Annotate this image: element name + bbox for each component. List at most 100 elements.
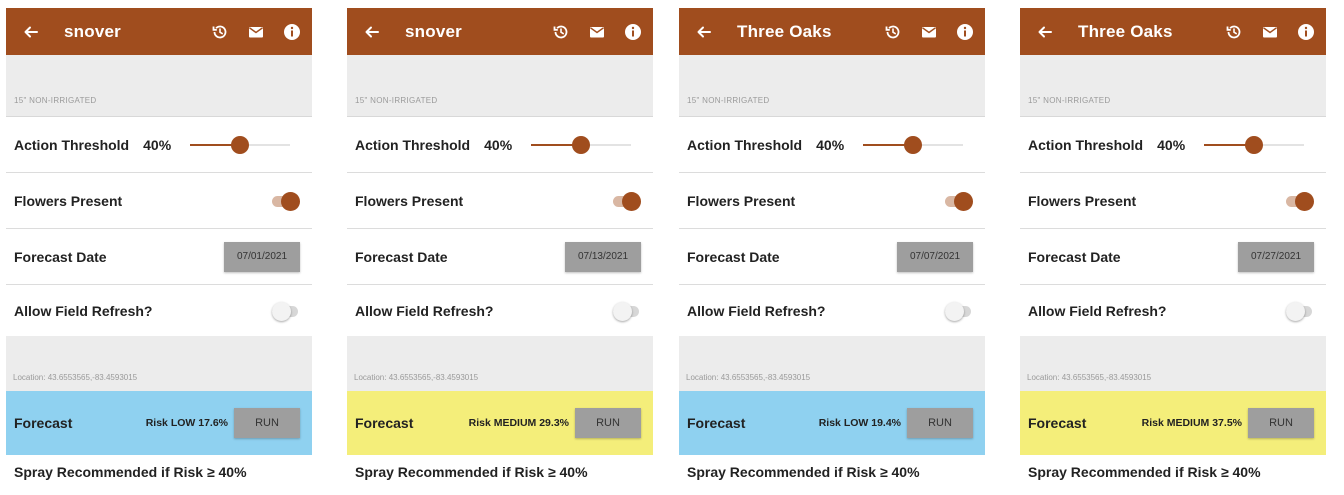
allow-field-refresh-toggle[interactable] bbox=[943, 299, 973, 323]
forecast-label: Forecast bbox=[1028, 415, 1087, 431]
app-bar-actions bbox=[883, 8, 975, 55]
history-icon[interactable] bbox=[210, 22, 230, 42]
allow-field-refresh-toggle[interactable] bbox=[611, 299, 641, 323]
run-button[interactable]: RUN bbox=[575, 408, 641, 438]
flowers-present-toggle[interactable] bbox=[943, 189, 973, 213]
forecast-label: Forecast bbox=[687, 415, 746, 431]
flowers-present-row: Flowers Present bbox=[6, 173, 312, 229]
action-threshold-slider[interactable] bbox=[531, 136, 631, 154]
flowers-present-toggle[interactable] bbox=[270, 189, 300, 213]
info-icon[interactable] bbox=[1296, 22, 1316, 42]
back-arrow-icon[interactable] bbox=[693, 21, 715, 43]
forecast-date-label: Forecast Date bbox=[1028, 248, 1121, 265]
slider-thumb[interactable] bbox=[231, 136, 249, 154]
action-threshold-label: Action Threshold bbox=[1028, 136, 1144, 153]
toggle-knob bbox=[1286, 301, 1305, 321]
spray-recommendation: Spray Recommended if Risk ≥ 40% bbox=[14, 464, 247, 480]
forecast-panel: Forecast Risk MEDIUM 37.5% RUN bbox=[1020, 391, 1326, 455]
spray-recommendation: Spray Recommended if Risk ≥ 40% bbox=[1028, 464, 1261, 480]
slider-thumb[interactable] bbox=[1245, 136, 1263, 154]
app-screen: Three Oaks 15" NON-IRRIGATED Action Thre… bbox=[1020, 8, 1326, 495]
page-title: snover bbox=[64, 21, 121, 41]
risk-value: Risk MEDIUM 29.3% bbox=[468, 417, 569, 429]
forecast-date-label: Forecast Date bbox=[687, 248, 780, 265]
action-threshold-slider[interactable] bbox=[190, 136, 290, 154]
action-threshold-value: 40% bbox=[143, 136, 172, 153]
action-threshold-label: Action Threshold bbox=[687, 136, 803, 153]
toggle-knob bbox=[272, 301, 291, 321]
forecast-date-button[interactable]: 07/01/2021 bbox=[224, 241, 300, 272]
history-icon[interactable] bbox=[1224, 22, 1244, 42]
back-arrow-icon[interactable] bbox=[20, 21, 42, 43]
back-arrow-icon[interactable] bbox=[1034, 21, 1056, 43]
location-text: Location: 43.6553565,-83.4593015 bbox=[354, 373, 479, 382]
field-subheader: 15" NON-IRRIGATED bbox=[1020, 55, 1326, 117]
app-bar: Three Oaks bbox=[679, 8, 985, 55]
page-title: snover bbox=[405, 21, 462, 41]
field-type-label: 15" NON-IRRIGATED bbox=[14, 96, 97, 105]
toggle-knob bbox=[613, 301, 632, 321]
info-icon[interactable] bbox=[623, 22, 643, 42]
run-button[interactable]: RUN bbox=[234, 408, 300, 438]
app-screen: snover 15" NON-IRRIGATED Action Threshol… bbox=[347, 8, 653, 495]
allow-field-refresh-toggle[interactable] bbox=[270, 299, 300, 323]
slider-thumb[interactable] bbox=[904, 136, 922, 154]
forecast-date-button[interactable]: 07/27/2021 bbox=[1238, 241, 1314, 272]
info-icon[interactable] bbox=[282, 22, 302, 42]
action-threshold-row: Action Threshold 40% bbox=[6, 117, 312, 173]
run-button[interactable]: RUN bbox=[907, 408, 973, 438]
field-type-label: 15" NON-IRRIGATED bbox=[1028, 96, 1111, 105]
history-icon[interactable] bbox=[551, 22, 571, 42]
mail-icon[interactable] bbox=[246, 22, 266, 42]
forecast-date-button[interactable]: 07/13/2021 bbox=[565, 241, 641, 272]
location-bar: Location: 43.6553565,-83.4593015 bbox=[347, 336, 653, 391]
field-type-label: 15" NON-IRRIGATED bbox=[355, 96, 438, 105]
flowers-present-label: Flowers Present bbox=[14, 192, 123, 209]
action-threshold-value: 40% bbox=[1157, 136, 1186, 153]
flowers-present-row: Flowers Present bbox=[1020, 173, 1326, 229]
flowers-present-toggle[interactable] bbox=[611, 189, 641, 213]
page-title: Three Oaks bbox=[737, 21, 832, 41]
app-bar: snover bbox=[6, 8, 312, 55]
location-bar: Location: 43.6553565,-83.4593015 bbox=[6, 336, 312, 391]
flowers-present-label: Flowers Present bbox=[355, 192, 464, 209]
action-threshold-slider[interactable] bbox=[863, 136, 963, 154]
slider-thumb[interactable] bbox=[572, 136, 590, 154]
mail-icon[interactable] bbox=[919, 22, 939, 42]
allow-field-refresh-label: Allow Field Refresh? bbox=[355, 302, 494, 319]
app-bar: Three Oaks bbox=[1020, 8, 1326, 55]
forecast-date-button[interactable]: 07/07/2021 bbox=[897, 241, 973, 272]
allow-field-refresh-toggle[interactable] bbox=[1284, 299, 1314, 323]
flowers-present-row: Flowers Present bbox=[347, 173, 653, 229]
spray-recommendation: Spray Recommended if Risk ≥ 40% bbox=[687, 464, 920, 480]
action-threshold-slider[interactable] bbox=[1204, 136, 1304, 154]
app-screen: Three Oaks 15" NON-IRRIGATED Action Thre… bbox=[679, 8, 985, 495]
app-bar-actions bbox=[551, 8, 643, 55]
mail-icon[interactable] bbox=[1260, 22, 1280, 42]
forecast-date-label: Forecast Date bbox=[355, 248, 448, 265]
forecast-date-row: Forecast Date 07/27/2021 bbox=[1020, 229, 1326, 285]
flowers-present-label: Flowers Present bbox=[687, 192, 796, 209]
forecast-date-label: Forecast Date bbox=[14, 248, 107, 265]
action-threshold-value: 40% bbox=[816, 136, 845, 153]
action-threshold-label: Action Threshold bbox=[14, 136, 130, 153]
mail-icon[interactable] bbox=[587, 22, 607, 42]
flowers-present-toggle[interactable] bbox=[1284, 189, 1314, 213]
back-arrow-icon[interactable] bbox=[361, 21, 383, 43]
field-subheader: 15" NON-IRRIGATED bbox=[347, 55, 653, 117]
run-button[interactable]: RUN bbox=[1248, 408, 1314, 438]
allow-field-refresh-row: Allow Field Refresh? bbox=[6, 285, 312, 336]
flowers-present-label: Flowers Present bbox=[1028, 192, 1137, 209]
field-subheader: 15" NON-IRRIGATED bbox=[679, 55, 985, 117]
page-title: Three Oaks bbox=[1078, 21, 1173, 41]
action-threshold-row: Action Threshold 40% bbox=[347, 117, 653, 173]
toggle-knob bbox=[1295, 191, 1314, 211]
forecast-date-row: Forecast Date 07/13/2021 bbox=[347, 229, 653, 285]
location-bar: Location: 43.6553565,-83.4593015 bbox=[679, 336, 985, 391]
info-icon[interactable] bbox=[955, 22, 975, 42]
action-threshold-value: 40% bbox=[484, 136, 513, 153]
app-bar-actions bbox=[1224, 8, 1316, 55]
history-icon[interactable] bbox=[883, 22, 903, 42]
risk-value: Risk LOW 17.6% bbox=[145, 417, 228, 429]
forecast-panel: Forecast Risk LOW 19.4% RUN bbox=[679, 391, 985, 455]
